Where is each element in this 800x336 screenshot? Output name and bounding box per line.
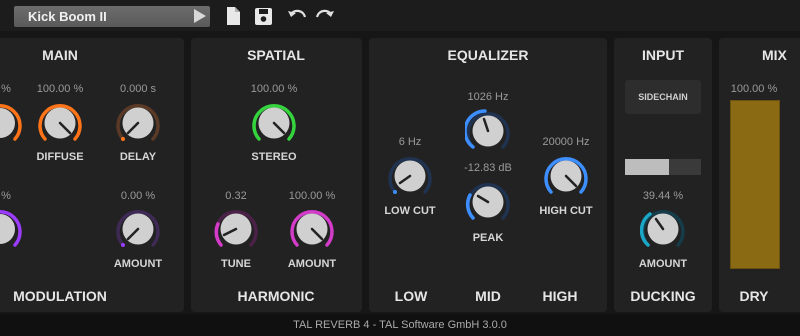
tune-knob[interactable]	[213, 206, 259, 252]
input-title: INPUT	[642, 47, 684, 63]
low-cut-label: LOW CUT	[384, 205, 436, 217]
high-cut-knob[interactable]	[543, 153, 589, 199]
harmonic-amount-label: AMOUNT	[287, 258, 337, 270]
save-icon[interactable]	[252, 5, 274, 27]
ducking-section-label: DUCKING	[630, 288, 696, 304]
preset-name: Kick Boom II	[28, 9, 107, 24]
undo-icon[interactable]	[286, 5, 308, 27]
harmonic-section-label: HARMONIC	[237, 288, 315, 304]
modulation-amount-value: 0.00 %	[120, 190, 156, 202]
main-partial-value-1: %	[1, 83, 11, 95]
input-level-meter-fill	[625, 159, 670, 175]
mid-frequency-knob[interactable]	[465, 108, 511, 154]
delay-value: 0.000 s	[119, 83, 157, 95]
mix-title: MIX	[762, 47, 787, 63]
modulation-amount-knob[interactable]	[115, 206, 161, 252]
diffuse-value: 100.00 %	[36, 83, 84, 95]
delay-knob[interactable]	[115, 100, 161, 146]
footer-bar: TAL REVERB 4 - TAL Software GmbH 3.0.0	[0, 314, 800, 336]
main-partial-value-2: %	[1, 190, 11, 202]
spatial-panel	[191, 38, 362, 312]
stereo-value: 100.00 %	[250, 83, 298, 95]
input-level-meter	[625, 159, 701, 175]
sidechain-label: SIDECHAIN	[638, 92, 688, 102]
main-partial-knob-2[interactable]	[0, 206, 23, 252]
ducking-amount-label: AMOUNT	[638, 258, 688, 270]
dry-value: 100.00 %	[730, 83, 778, 95]
ducking-amount-value: 39.44 %	[642, 190, 684, 202]
eq-band-mid: MID	[475, 288, 501, 304]
redo-icon[interactable]	[314, 5, 336, 27]
footer-text: TAL REVERB 4 - TAL Software GmbH 3.0.0	[293, 319, 507, 331]
peak-label: PEAK	[472, 232, 504, 244]
modulation-section-label: MODULATION	[13, 288, 107, 304]
high-cut-value: 20000 Hz	[542, 136, 590, 148]
diffuse-knob[interactable]	[37, 100, 83, 146]
main-title: MAIN	[42, 47, 78, 63]
main-partial-knob-1[interactable]	[0, 100, 23, 146]
dry-level-slider[interactable]	[730, 100, 780, 269]
eq-band-high: HIGH	[542, 288, 578, 304]
spatial-title: SPATIAL	[247, 47, 305, 63]
sidechain-button[interactable]: SIDECHAIN	[625, 80, 701, 114]
modulation-amount-label: AMOUNT	[113, 258, 163, 270]
file-icon[interactable]	[222, 5, 244, 27]
stereo-knob[interactable]	[251, 100, 297, 146]
diffuse-label: DIFFUSE	[36, 151, 84, 163]
peak-value: -12.83 dB	[464, 162, 512, 174]
low-cut-knob[interactable]	[387, 153, 433, 199]
main-panel	[0, 38, 184, 312]
high-cut-label: HIGH CUT	[539, 205, 593, 217]
dry-section-label: DRY	[739, 288, 769, 304]
play-icon[interactable]	[194, 9, 206, 23]
peak-knob[interactable]	[465, 179, 511, 225]
delay-label: DELAY	[119, 151, 157, 163]
harmonic-amount-knob[interactable]	[289, 206, 335, 252]
low-cut-value: 6 Hz	[398, 136, 422, 148]
preset-selector[interactable]: Kick Boom II	[14, 6, 210, 27]
stereo-label: STEREO	[251, 151, 297, 163]
mid-frequency-value: 1026 Hz	[467, 91, 509, 103]
equalizer-title: EQUALIZER	[447, 47, 529, 63]
ducking-amount-knob[interactable]	[640, 206, 686, 252]
eq-band-low: LOW	[394, 288, 428, 304]
harmonic-amount-value: 100.00 %	[288, 190, 336, 202]
top-bar: Kick Boom II	[0, 0, 800, 31]
